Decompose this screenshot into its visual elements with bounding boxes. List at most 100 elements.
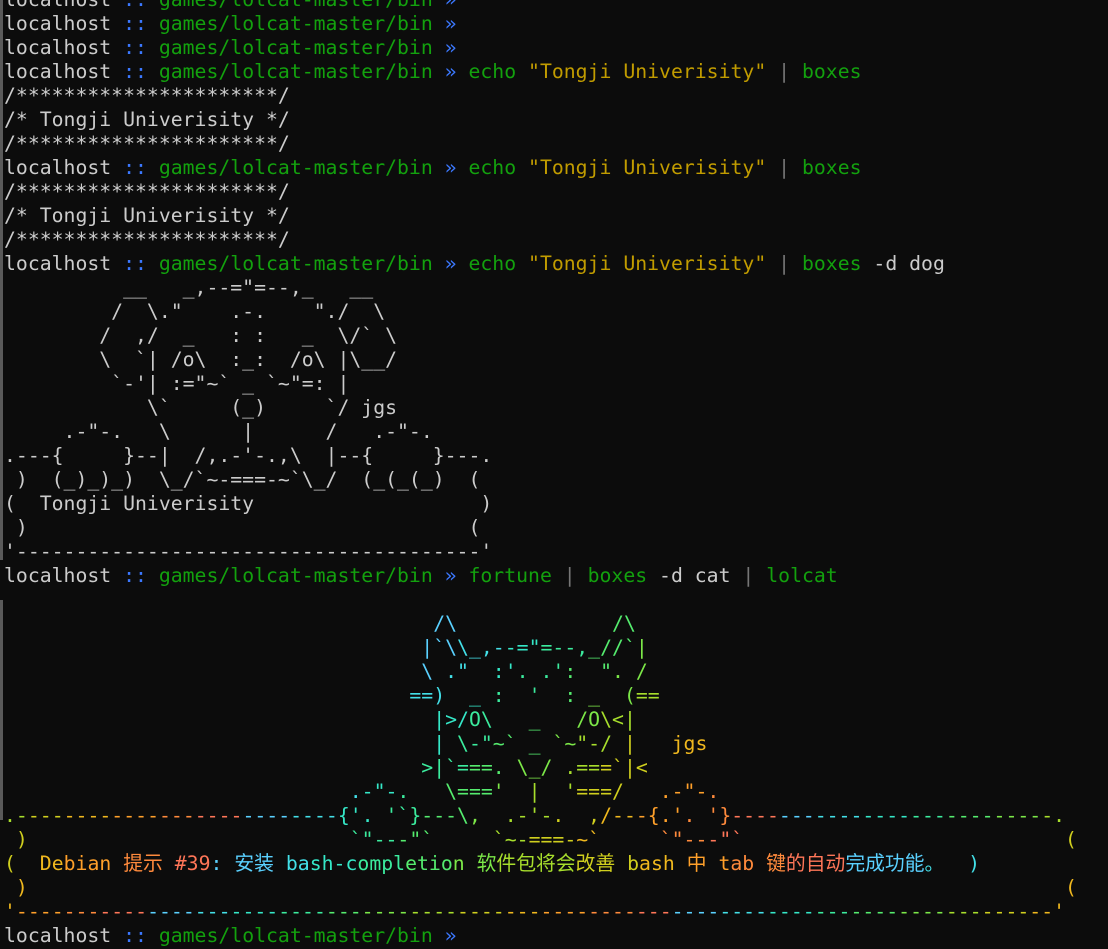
lolcat-char bbox=[1005, 876, 1017, 899]
output-text: /**********************/ bbox=[4, 180, 290, 203]
lolcat-char bbox=[469, 660, 481, 683]
lolcat-char bbox=[397, 684, 409, 707]
lolcat-line: .-"-. \===' | '===/ .-"-. bbox=[4, 780, 1077, 804]
lolcat-char: - bbox=[826, 900, 839, 923]
lolcat-char bbox=[302, 708, 314, 731]
lolcat-char bbox=[564, 804, 576, 827]
lolcat-char bbox=[87, 732, 99, 755]
lolcat-char: - bbox=[242, 900, 255, 923]
lolcat-char bbox=[219, 828, 231, 851]
lolcat-char: - bbox=[302, 804, 314, 827]
lolcat-char: b bbox=[63, 852, 76, 875]
lolcat-char bbox=[123, 612, 135, 635]
lolcat-char bbox=[266, 756, 278, 779]
lolcat-char: _ bbox=[468, 636, 481, 659]
lolcat-char bbox=[278, 708, 290, 731]
lolcat-char: e bbox=[405, 852, 417, 875]
lolcat-char: 会 bbox=[555, 852, 576, 875]
lolcat-char: . bbox=[659, 780, 672, 803]
lolcat-char bbox=[111, 876, 123, 899]
lolcat-char: - bbox=[850, 804, 863, 827]
lolcat-char bbox=[278, 828, 290, 851]
prompt-arrow: » bbox=[432, 12, 469, 35]
lolcat-char: b bbox=[285, 852, 298, 875]
lolcat-char bbox=[87, 708, 99, 731]
lolcat-char: / bbox=[576, 708, 589, 731]
lolcat-char: ` bbox=[504, 732, 517, 755]
lolcat-char: - bbox=[600, 900, 613, 923]
lolcat-char bbox=[99, 732, 111, 755]
lolcat-char: - bbox=[910, 900, 922, 923]
lolcat-char bbox=[302, 876, 314, 899]
lolcat-char: - bbox=[290, 804, 303, 827]
lolcat-char: - bbox=[814, 900, 827, 923]
lolcat-char: - bbox=[707, 900, 720, 923]
lolcat-char bbox=[743, 828, 755, 851]
lolcat-char bbox=[946, 828, 958, 851]
lolcat-char bbox=[397, 756, 409, 779]
lolcat-char bbox=[254, 660, 266, 683]
lolcat-char bbox=[207, 780, 219, 803]
lolcat-char: = bbox=[457, 756, 469, 779]
lolcat-char bbox=[326, 612, 338, 635]
lolcat-char bbox=[52, 732, 64, 755]
lolcat-char bbox=[374, 804, 386, 827]
lolcat-char: - bbox=[147, 804, 159, 827]
lolcat-char bbox=[159, 612, 171, 635]
lolcat-char bbox=[421, 612, 433, 635]
lolcat-char bbox=[910, 876, 922, 899]
lolcat-char bbox=[409, 660, 421, 683]
lolcat-char bbox=[707, 852, 719, 875]
lolcat-char bbox=[624, 876, 636, 899]
lolcat-char: - bbox=[671, 900, 684, 923]
lolcat-char bbox=[648, 828, 660, 851]
lolcat-char: - bbox=[969, 900, 982, 923]
lolcat-char bbox=[87, 612, 99, 635]
lolcat-char: \ bbox=[600, 708, 613, 731]
lolcat-char bbox=[171, 780, 183, 803]
lolcat-char bbox=[839, 828, 851, 851]
lolcat-char bbox=[111, 708, 123, 731]
lolcat-char bbox=[767, 828, 779, 851]
lolcat-char bbox=[302, 612, 314, 635]
lolcat-char: - bbox=[194, 900, 207, 923]
lolcat-char: / bbox=[612, 636, 624, 659]
lolcat-char bbox=[87, 828, 99, 851]
lolcat-char bbox=[99, 684, 111, 707]
lolcat-char: - bbox=[492, 900, 505, 923]
lolcat-char bbox=[64, 732, 76, 755]
lolcat-char bbox=[386, 732, 398, 755]
output-text: \ `| /o\ :_: /o\ |\__/ bbox=[4, 348, 398, 371]
lolcat-char: - bbox=[671, 780, 684, 803]
terminal-output[interactable]: localhost :: games/lolcat-master/bin » l… bbox=[4, 0, 1077, 948]
lolcat-char: - bbox=[743, 900, 756, 923]
lolcat-char: n bbox=[452, 852, 465, 875]
lolcat-char bbox=[350, 684, 362, 707]
lolcat-char bbox=[505, 780, 517, 803]
lolcat-char bbox=[421, 876, 433, 899]
lolcat-char bbox=[87, 780, 99, 803]
prompt-host: localhost bbox=[4, 156, 112, 179]
prompt-host: localhost bbox=[4, 924, 112, 947]
lolcat-char bbox=[684, 876, 696, 899]
lolcat-char bbox=[99, 876, 111, 899]
lolcat-char bbox=[648, 876, 660, 899]
lolcat-char: 中 bbox=[686, 852, 707, 875]
lolcat-char bbox=[493, 876, 505, 899]
terminal-window[interactable]: localhost :: games/lolcat-master/bin » l… bbox=[0, 0, 1108, 949]
lolcat-char bbox=[266, 780, 278, 803]
lolcat-char: - bbox=[63, 900, 76, 923]
lolcat-char: - bbox=[635, 804, 648, 827]
lolcat-char bbox=[636, 876, 648, 899]
lolcat-char bbox=[76, 636, 88, 659]
lolcat-char: . bbox=[504, 804, 517, 827]
lolcat-char: ' bbox=[564, 780, 577, 803]
lolcat-char bbox=[1053, 828, 1065, 851]
lolcat-char bbox=[290, 780, 302, 803]
lolcat-char bbox=[183, 756, 195, 779]
lolcat-char bbox=[278, 876, 290, 899]
lolcat-char bbox=[16, 612, 28, 635]
lolcat-char: . bbox=[552, 804, 565, 827]
lolcat-char: / bbox=[600, 804, 613, 827]
lolcat-char bbox=[278, 756, 290, 779]
